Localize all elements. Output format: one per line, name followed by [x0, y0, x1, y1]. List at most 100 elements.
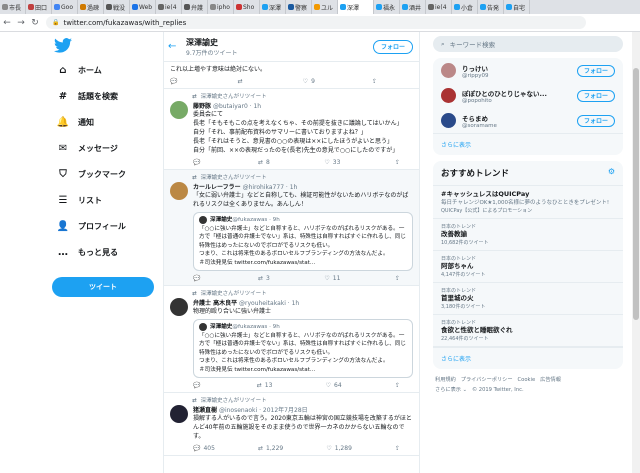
browser-tab[interactable]: Goo	[52, 0, 78, 14]
tweet[interactable]: これ以上増やす意味は絶対にない。 💬 ⇄ ♡ 9 ⇪	[164, 62, 419, 89]
reply-button[interactable]: 💬	[193, 159, 203, 166]
retweet-button[interactable]: ⇄ 8	[258, 159, 270, 166]
browser-tab[interactable]: 田口	[26, 0, 52, 14]
browser-tab[interactable]: 小倉	[452, 0, 478, 14]
tweet-author[interactable]: カールレーフラー	[193, 184, 241, 191]
footer-link[interactable]: プライバシーポリシー	[461, 377, 513, 383]
sidebar-item[interactable]: 🔔 通知	[56, 109, 140, 135]
sidebar-item-label: リスト	[78, 195, 102, 205]
reply-button[interactable]: 💬	[193, 382, 203, 389]
sidebar-item[interactable]: ⌂ ホーム	[56, 57, 140, 83]
tweet-author[interactable]: 猪瀬直樹	[193, 407, 217, 414]
trend-item[interactable]: 日本のトレンド 阿部ちゃん 4,147件のツイート	[433, 251, 623, 283]
scrollbar-thumb[interactable]	[633, 68, 639, 320]
footer-link[interactable]: 広告情報	[540, 377, 561, 383]
tweet-author[interactable]: 弁護士 高木良平	[193, 300, 237, 307]
share-button[interactable]: ⇪	[372, 78, 380, 85]
like-button[interactable]: ♡ 1,289	[326, 445, 352, 452]
avatar[interactable]	[170, 101, 188, 119]
scrollbar[interactable]	[632, 32, 640, 473]
footer-link[interactable]: さらに表示 ⌄	[435, 387, 467, 393]
tweet[interactable]: ⇄ 深澤諭史さんがリツイート 弁護士 高木良平 @ryouheitakaki · 1…	[164, 286, 419, 393]
trend-item[interactable]: 日本のトレンド 改善教諭 10,682件のツイート	[433, 219, 623, 251]
sidebar-item[interactable]: 👤 プロフィール	[56, 213, 140, 239]
browser-tab[interactable]: ie(4	[426, 0, 452, 14]
retweet-button[interactable]: ⇄ 3	[258, 275, 270, 282]
share-button[interactable]: ⇪	[395, 382, 403, 389]
tweet[interactable]: ⇄ 深澤諭史さんがリツイート 藤野豚 @butaiyar0 · 1h 委員会にて 長老…	[164, 89, 419, 170]
tweet-text: 「女に弱い弁護士」などと自称しても、検証可能性がないためハリボテなのがばれるリス…	[193, 192, 409, 208]
show-more-link[interactable]: さらに表示	[433, 133, 623, 155]
browser-tab[interactable]: 深澤	[338, 0, 374, 14]
sidebar-item[interactable]: ⛉ ブックマーク	[56, 161, 140, 187]
browser-tab[interactable]: Web	[130, 0, 156, 14]
browser-tab[interactable]: 深澤	[260, 0, 286, 14]
avatar[interactable]	[170, 182, 188, 200]
like-button[interactable]: ♡ 33	[324, 159, 340, 166]
sidebar-item-label: 話題を検索	[78, 91, 118, 101]
footer-link[interactable]: Cookie	[518, 377, 536, 383]
back-arrow-icon[interactable]: ←	[168, 41, 186, 52]
share-button[interactable]: ⇪	[395, 275, 403, 282]
tweet[interactable]: ⇄ 深澤諭史さんがリツイート カールレーフラー @hirohika777 · 1h 「…	[164, 170, 419, 286]
follow-button[interactable]: フォロー	[577, 89, 615, 102]
forward-arrow-icon[interactable]: →	[14, 18, 28, 28]
quoted-tweet[interactable]: 深澤諭史 @fukazawas · 9h 「○○に強い弁護士」などと自称すると、ハ…	[193, 212, 413, 271]
reload-icon[interactable]: ↻	[28, 18, 42, 28]
browser-tab[interactable]: 告発	[478, 0, 504, 14]
sidebar-item[interactable]: ✉ メッセージ	[56, 135, 140, 161]
follow-suggestion[interactable]: りっけい @rippy09 フォロー	[433, 58, 623, 83]
browser-tab[interactable]: 弁護	[182, 0, 208, 14]
quoted-author: 深澤諭史	[210, 217, 233, 223]
trends-show-more[interactable]: さらに表示	[433, 347, 623, 369]
browser-tab[interactable]: 過疎	[78, 0, 104, 14]
retweet-button[interactable]: ⇄	[238, 78, 246, 85]
browser-tab[interactable]: ユル	[312, 0, 338, 14]
avatar[interactable]	[170, 298, 188, 316]
trend-item[interactable]: 日本のトレンド 首里城の火 3,180件のツイート	[433, 283, 623, 315]
browser-tab[interactable]: 福永	[374, 0, 400, 14]
trend-item[interactable]: 日本のトレンド 食欲と性欲と睡眠欲ぐれ 22,464件のツイート	[433, 315, 623, 347]
gear-icon[interactable]: ⚙	[608, 167, 615, 179]
like-button[interactable]: ♡ 11	[324, 275, 340, 282]
browser-tab[interactable]: 市長	[0, 0, 26, 14]
sidebar-item[interactable]: … もっと見る	[56, 239, 140, 265]
user-info: ぽぽひとのひとりじゃない... @popohito	[462, 88, 547, 104]
tweet[interactable]: ⇄ 深澤諭史さんがリツイート 猪瀬直樹 @inosenaoki · 2012年7月2…	[164, 393, 419, 456]
share-button[interactable]: ⇪	[395, 445, 403, 452]
like-button[interactable]: ♡ 64	[326, 382, 342, 389]
browser-tab[interactable]: 自宅	[504, 0, 530, 14]
follow-button[interactable]: フォロー	[372, 39, 413, 54]
browser-tab[interactable]: 酒井	[400, 0, 426, 14]
footer-link[interactable]: 利用規約	[435, 377, 456, 383]
browser-tab[interactable]: Sho	[234, 0, 260, 14]
retweet-button[interactable]: ⇄ 13	[257, 382, 273, 389]
browser-tab[interactable]: 警察	[286, 0, 312, 14]
browser-tab[interactable]: ipho	[208, 0, 234, 14]
tweet-button[interactable]: ツイート	[52, 277, 154, 297]
follow-button[interactable]: フォロー	[577, 114, 615, 127]
browser-tab[interactable]: ie(4	[156, 0, 182, 14]
twitter-bird-icon[interactable]	[54, 38, 140, 57]
avatar[interactable]	[170, 405, 188, 423]
retweet-notice: ⇄ 深澤諭史さんがリツイート	[170, 396, 413, 405]
tab-label: Goo	[61, 3, 73, 11]
back-arrow-icon[interactable]: ←	[0, 18, 14, 28]
follow-suggestion[interactable]: そらまめ @soramame フォロー	[433, 108, 623, 133]
url-field[interactable]: 🔒 twitter.com/fukazawas/with_replies	[46, 16, 586, 29]
follow-button[interactable]: フォロー	[577, 64, 615, 77]
tweet-author[interactable]: 藤野豚	[193, 103, 211, 110]
share-button[interactable]: ⇪	[395, 159, 403, 166]
browser-tab[interactable]: 戦没	[104, 0, 130, 14]
sidebar-item[interactable]: # 話題を検索	[56, 83, 140, 109]
quoted-tweet[interactable]: 深澤諭史 @fukazawas · 9h 「○○に強い弁護士」などと自称すると、ハ…	[193, 319, 413, 378]
reply-button[interactable]: 💬	[170, 78, 180, 85]
search-input[interactable]: ⌕ キーワード検索	[433, 36, 623, 52]
retweet-button[interactable]: ⇄ 1,229	[258, 445, 283, 452]
reply-button[interactable]: 💬 405	[193, 445, 215, 452]
sidebar-item[interactable]: ☰ リスト	[56, 187, 140, 213]
reply-button[interactable]: 💬	[193, 275, 203, 282]
like-button[interactable]: ♡ 9	[303, 78, 315, 85]
follow-suggestion[interactable]: ぽぽひとのひとりじゃない... @popohito フォロー	[433, 83, 623, 108]
trend-item[interactable]: #キャッシュレスはQUICPay 毎日チャレンジOK★1,000名様に夢のようなひ…	[433, 186, 623, 219]
